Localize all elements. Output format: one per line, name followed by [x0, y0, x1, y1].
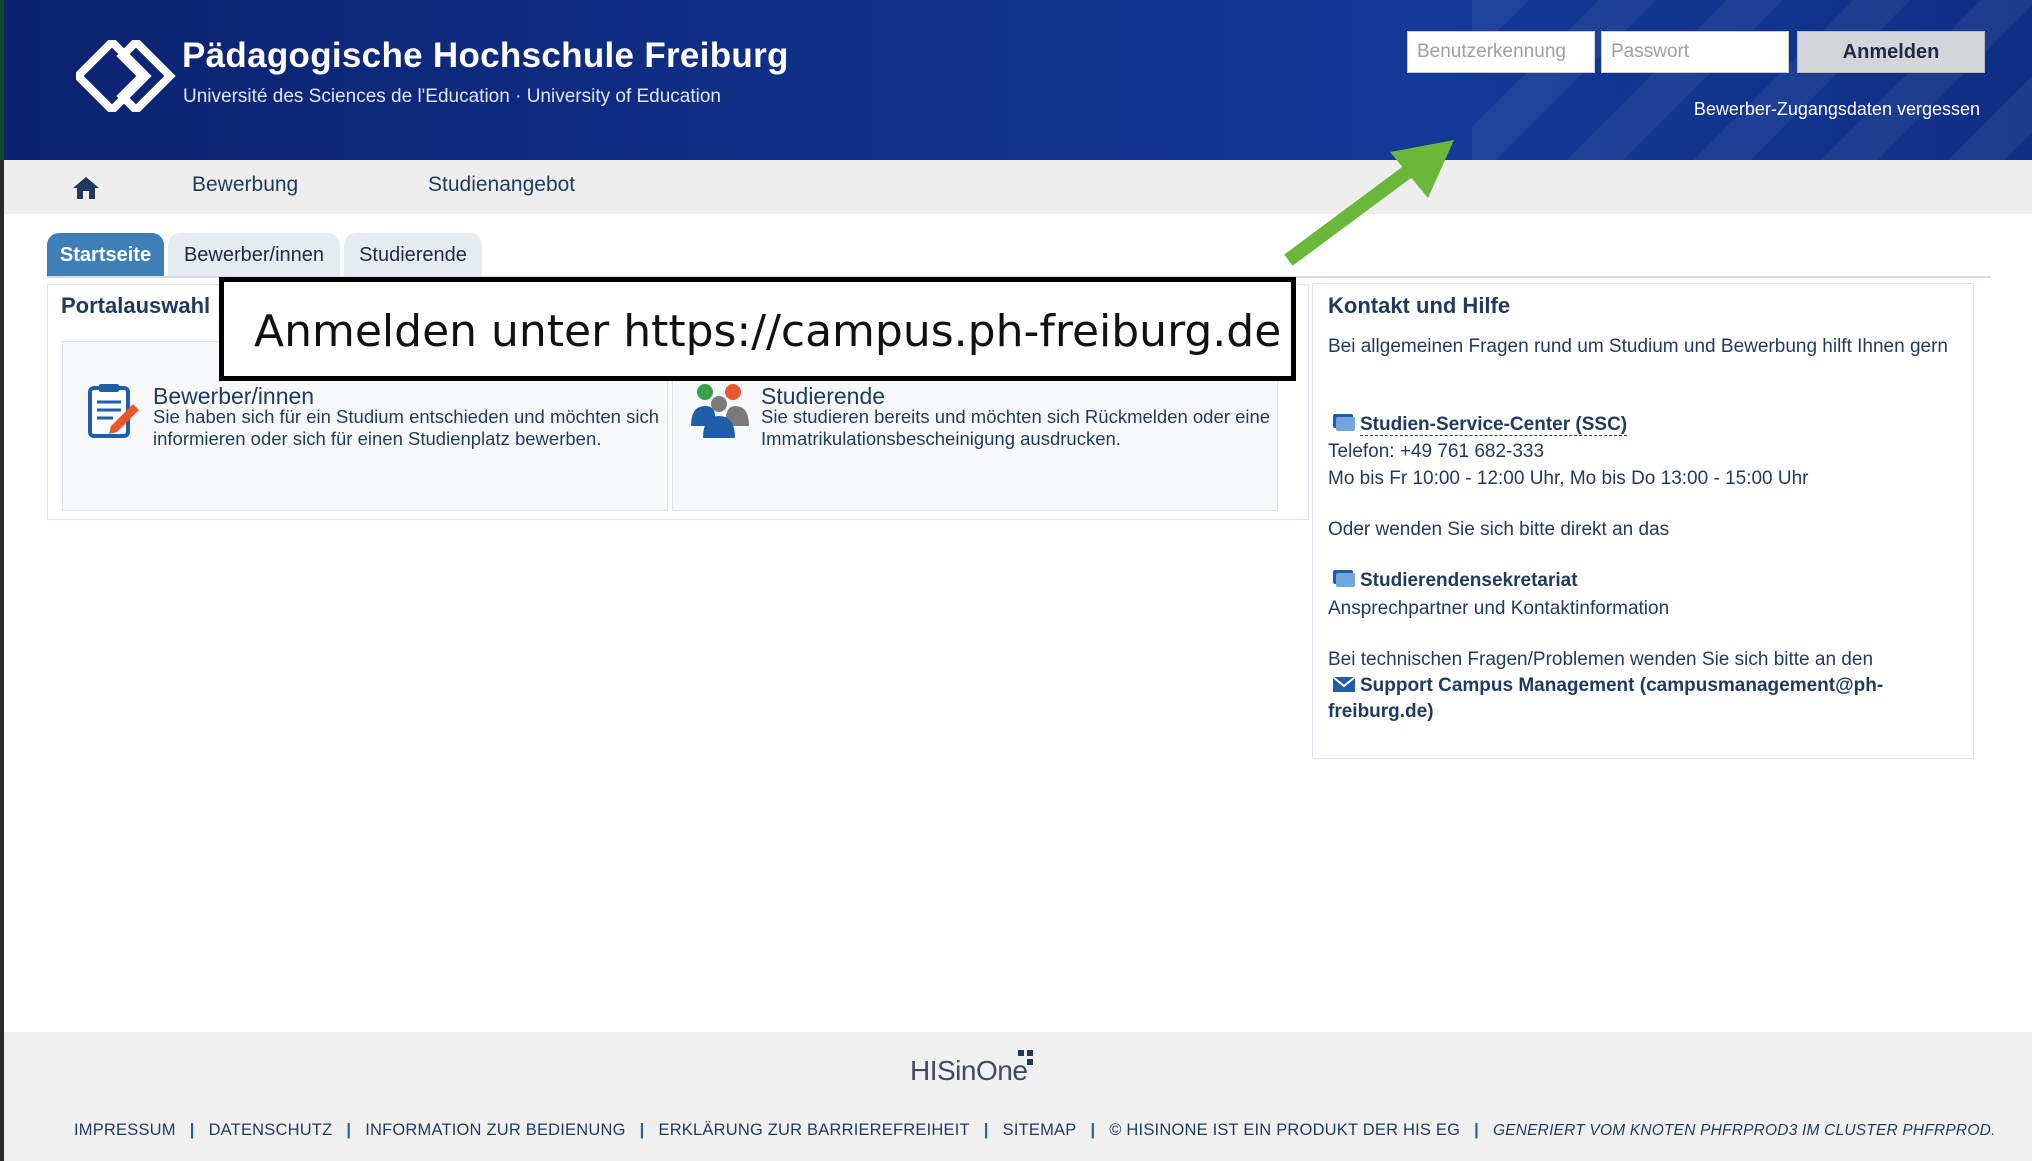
callout-box: Anmelden unter https://campus.ph-freibur… [219, 277, 1296, 381]
portal-title: Portalauswahl [61, 293, 211, 318]
tab-startseite[interactable]: Startseite [47, 233, 164, 277]
main-nav: Bewerbung Studienangebot [0, 160, 2032, 214]
tab-bewerber[interactable]: Bewerber/innen [168, 233, 340, 277]
ph-logo-icon[interactable] [76, 40, 176, 112]
hisinone-logo: HISinOne [910, 1055, 1028, 1086]
footer-separator: | [983, 1121, 989, 1139]
page-edge [0, 214, 4, 1034]
tab-studierende[interactable]: Studierende [344, 233, 482, 277]
header: Pädagogische Hochschule Freiburg Univers… [0, 0, 2032, 160]
contact-title: Kontakt und Hilfe [1328, 293, 1511, 318]
footer-link-bedienung[interactable]: INFORMATION ZUR BEDIENUNG [365, 1121, 625, 1139]
footer-separator: | [346, 1121, 352, 1139]
footer-link-datenschutz[interactable]: DATENSCHUTZ [209, 1121, 333, 1139]
footer [0, 1032, 2032, 1161]
login-button[interactable]: Anmelden [1797, 31, 1985, 73]
contact-alt-text: Oder wenden Sie sich bitte direkt an das [1328, 519, 1670, 540]
footer-separator: | [639, 1121, 645, 1139]
application-form-icon [88, 384, 139, 438]
sekretariat-desc: Ansprechpartner und Kontaktinformation [1328, 598, 1670, 619]
footer-generated-text: GENERIERT VOM KNOTEN PHFRPROD3 IM CLUSTE… [1492, 1122, 1996, 1139]
support-link[interactable]: Support Campus Management (campusmanagem… [1328, 675, 1883, 722]
hisinone-logo-icon [1018, 1050, 1033, 1065]
students-group-icon [691, 384, 749, 438]
card-desc-studierende: Sie studieren bereits und möchten sich R… [761, 406, 1271, 449]
support-row: Support Campus Management (campusmanagem… [1328, 673, 1928, 725]
footer-link-barrierefreiheit[interactable]: ERKLÄRUNG ZUR BARRIEREFREIHEIT [658, 1121, 969, 1139]
mail-icon [1332, 676, 1356, 692]
university-subtitle: Université des Sciences de l'Education ·… [183, 86, 722, 107]
ssc-link[interactable]: Studien-Service-Center (SSC) [1360, 414, 1628, 436]
username-input[interactable] [1407, 31, 1595, 73]
home-icon[interactable] [72, 175, 100, 201]
chat-icon [1333, 414, 1355, 431]
callout-text: Anmelden unter https://campus.ph-freibur… [254, 306, 1282, 357]
nav-item-bewerbung[interactable]: Bewerbung [192, 173, 298, 197]
footer-links: IMPRESSUM | DATENSCHUTZ | INFORMATION ZUR BE… [74, 1121, 1995, 1140]
footer-separator: | [1090, 1121, 1096, 1139]
contact-hours: Mo bis Fr 10:00 - 12:00 Uhr, Mo bis Do 1… [1328, 468, 1809, 489]
sekretariat-link[interactable]: Studierendensekretariat [1360, 570, 1578, 591]
university-title: Pädagogische Hochschule Freiburg [182, 36, 789, 75]
nav-item-studienangebot[interactable]: Studienangebot [428, 173, 575, 197]
forgot-credentials-link[interactable]: Bewerber-Zugangsdaten vergessen [1694, 99, 1980, 120]
contact-phone: Telefon: +49 761 682-333 [1328, 441, 1545, 462]
ssc-row: Studien-Service-Center (SSC) [1328, 412, 1958, 438]
footer-separator: | [1474, 1121, 1479, 1139]
green-arrow-icon [1284, 140, 1454, 266]
password-input[interactable] [1601, 31, 1789, 73]
footer-separator: | [189, 1121, 195, 1139]
footer-link-his[interactable]: © HISINONE IST EIN PRODUKT DER HIS EG [1109, 1121, 1460, 1139]
chat-icon [1333, 570, 1355, 587]
footer-link-impressum[interactable]: IMPRESSUM [74, 1121, 176, 1139]
card-desc-bewerber: Sie haben sich für ein Studium entschied… [153, 406, 659, 449]
sekretariat-row: Studierendensekretariat [1328, 568, 1578, 594]
contact-intro: Bei allgemeinen Fragen rund um Studium u… [1328, 336, 1948, 357]
contact-tech-text: Bei technischen Fragen/Problemen wenden … [1328, 649, 1874, 670]
footer-link-sitemap[interactable]: SITEMAP [1003, 1121, 1077, 1139]
